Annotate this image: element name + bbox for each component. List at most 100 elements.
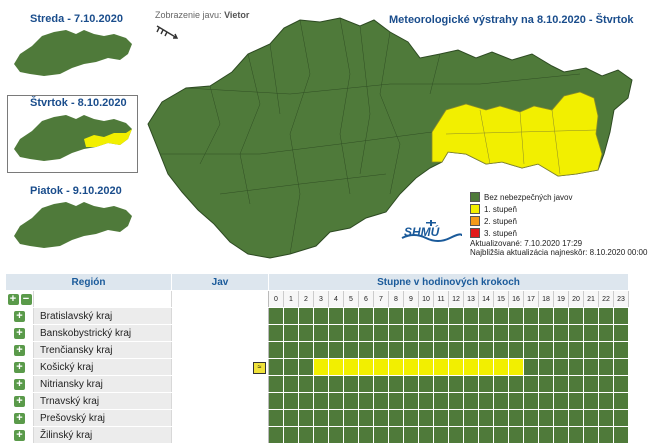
expand-region-button[interactable]: + [6, 359, 34, 375]
hour-cell [329, 393, 344, 409]
map-legend: Bez nebezpečných javov 1. stupeň 2. stup… [470, 191, 573, 239]
hour-cell [509, 427, 524, 443]
hour-label: 20 [569, 291, 584, 307]
hour-cell [539, 325, 554, 341]
hour-cell [509, 376, 524, 392]
expand-region-button[interactable]: + [6, 325, 34, 341]
wind-icon[interactable]: ≈ [253, 362, 266, 374]
hour-cell [554, 342, 569, 358]
hour-cell [269, 376, 284, 392]
hour-label: 12 [449, 291, 464, 307]
hour-cell [314, 376, 329, 392]
legend-label: Bez nebezpečných javov [484, 192, 573, 202]
hour-cell [569, 342, 584, 358]
hour-cell [494, 308, 509, 324]
legend-label: 1. stupeň [484, 204, 517, 214]
hour-cell [434, 427, 449, 443]
hour-label: 18 [539, 291, 554, 307]
hour-cell [479, 342, 494, 358]
hour-cell [599, 342, 614, 358]
hour-cell [329, 359, 344, 375]
expand-region-button[interactable]: + [6, 393, 34, 409]
hour-cell [419, 325, 434, 341]
hour-cell [374, 342, 389, 358]
hour-cell [539, 342, 554, 358]
expand-region-button[interactable]: + [6, 342, 34, 358]
hour-label: 1 [284, 291, 299, 307]
hour-cell [359, 359, 374, 375]
hour-label: 9 [404, 291, 419, 307]
legend-label: 3. stupeň [484, 228, 517, 238]
plus-icon[interactable]: + [14, 429, 25, 441]
hour-cell [404, 376, 419, 392]
hour-cell [494, 427, 509, 443]
hour-cell [599, 427, 614, 443]
mini-map-friday[interactable] [10, 198, 134, 250]
hour-cell [389, 376, 404, 392]
hour-cell [314, 342, 329, 358]
hour-cell [584, 410, 599, 426]
expand-all-icon[interactable]: + [7, 293, 19, 305]
expand-region-button[interactable]: + [6, 308, 34, 324]
legend-swatch [470, 216, 480, 226]
hour-cell [404, 393, 419, 409]
hour-cell [419, 359, 434, 375]
hour-cell [524, 376, 539, 392]
hour-cell [479, 308, 494, 324]
hour-cell [404, 410, 419, 426]
hour-cell [374, 359, 389, 375]
hour-cell [539, 359, 554, 375]
hour-cell [374, 325, 389, 341]
mini-map-wednesday[interactable] [10, 26, 134, 78]
hour-cell [374, 376, 389, 392]
hour-cell [464, 359, 479, 375]
hour-cell [614, 325, 629, 341]
hour-cell [494, 376, 509, 392]
hour-cell [374, 427, 389, 443]
hour-cell [389, 359, 404, 375]
plus-icon[interactable]: + [14, 395, 25, 407]
mini-map-thursday[interactable] [10, 111, 134, 163]
region-name: Trnavský kraj [34, 393, 172, 409]
hour-cell [269, 410, 284, 426]
day-label-wednesday[interactable]: Streda - 7.10.2020 [30, 13, 123, 25]
hour-cell [539, 376, 554, 392]
expand-region-button[interactable]: + [6, 376, 34, 392]
day-label-thursday[interactable]: Štvrtok - 8.10.2020 [30, 97, 127, 109]
region-row: + Trnavský kraj [6, 393, 646, 410]
hour-cell [599, 410, 614, 426]
hour-cell [359, 325, 374, 341]
phenomenon-cell [172, 393, 269, 409]
hour-cell [434, 410, 449, 426]
hour-cell [314, 427, 329, 443]
region-row: + Bratislavský kraj [6, 308, 646, 325]
hour-cell [314, 308, 329, 324]
hour-cell [494, 325, 509, 341]
hour-cell [479, 359, 494, 375]
phenomenon-cell: ≈ [172, 359, 269, 375]
hour-cell [494, 393, 509, 409]
hour-cell [299, 308, 314, 324]
plus-icon[interactable]: + [14, 361, 25, 373]
hour-cell [464, 376, 479, 392]
plus-icon[interactable]: + [14, 412, 25, 424]
collapse-all-icon[interactable]: − [20, 293, 32, 305]
legend-swatch [470, 228, 480, 238]
hour-label: 11 [434, 291, 449, 307]
hour-cell [419, 376, 434, 392]
col-header-region: Región [6, 274, 172, 290]
hour-cell [479, 325, 494, 341]
hour-cell [344, 359, 359, 375]
plus-icon[interactable]: + [14, 378, 25, 390]
hour-cell [569, 410, 584, 426]
hour-cell [344, 410, 359, 426]
plus-icon[interactable]: + [14, 327, 25, 339]
expand-region-button[interactable]: + [6, 410, 34, 426]
hour-cell [584, 342, 599, 358]
day-label-friday[interactable]: Piatok - 9.10.2020 [30, 185, 122, 197]
plus-icon[interactable]: + [14, 344, 25, 356]
plus-icon[interactable]: + [14, 310, 25, 322]
hour-label: 7 [374, 291, 389, 307]
region-name: Banskobystrický kraj [34, 325, 172, 341]
expand-region-button[interactable]: + [6, 427, 34, 443]
